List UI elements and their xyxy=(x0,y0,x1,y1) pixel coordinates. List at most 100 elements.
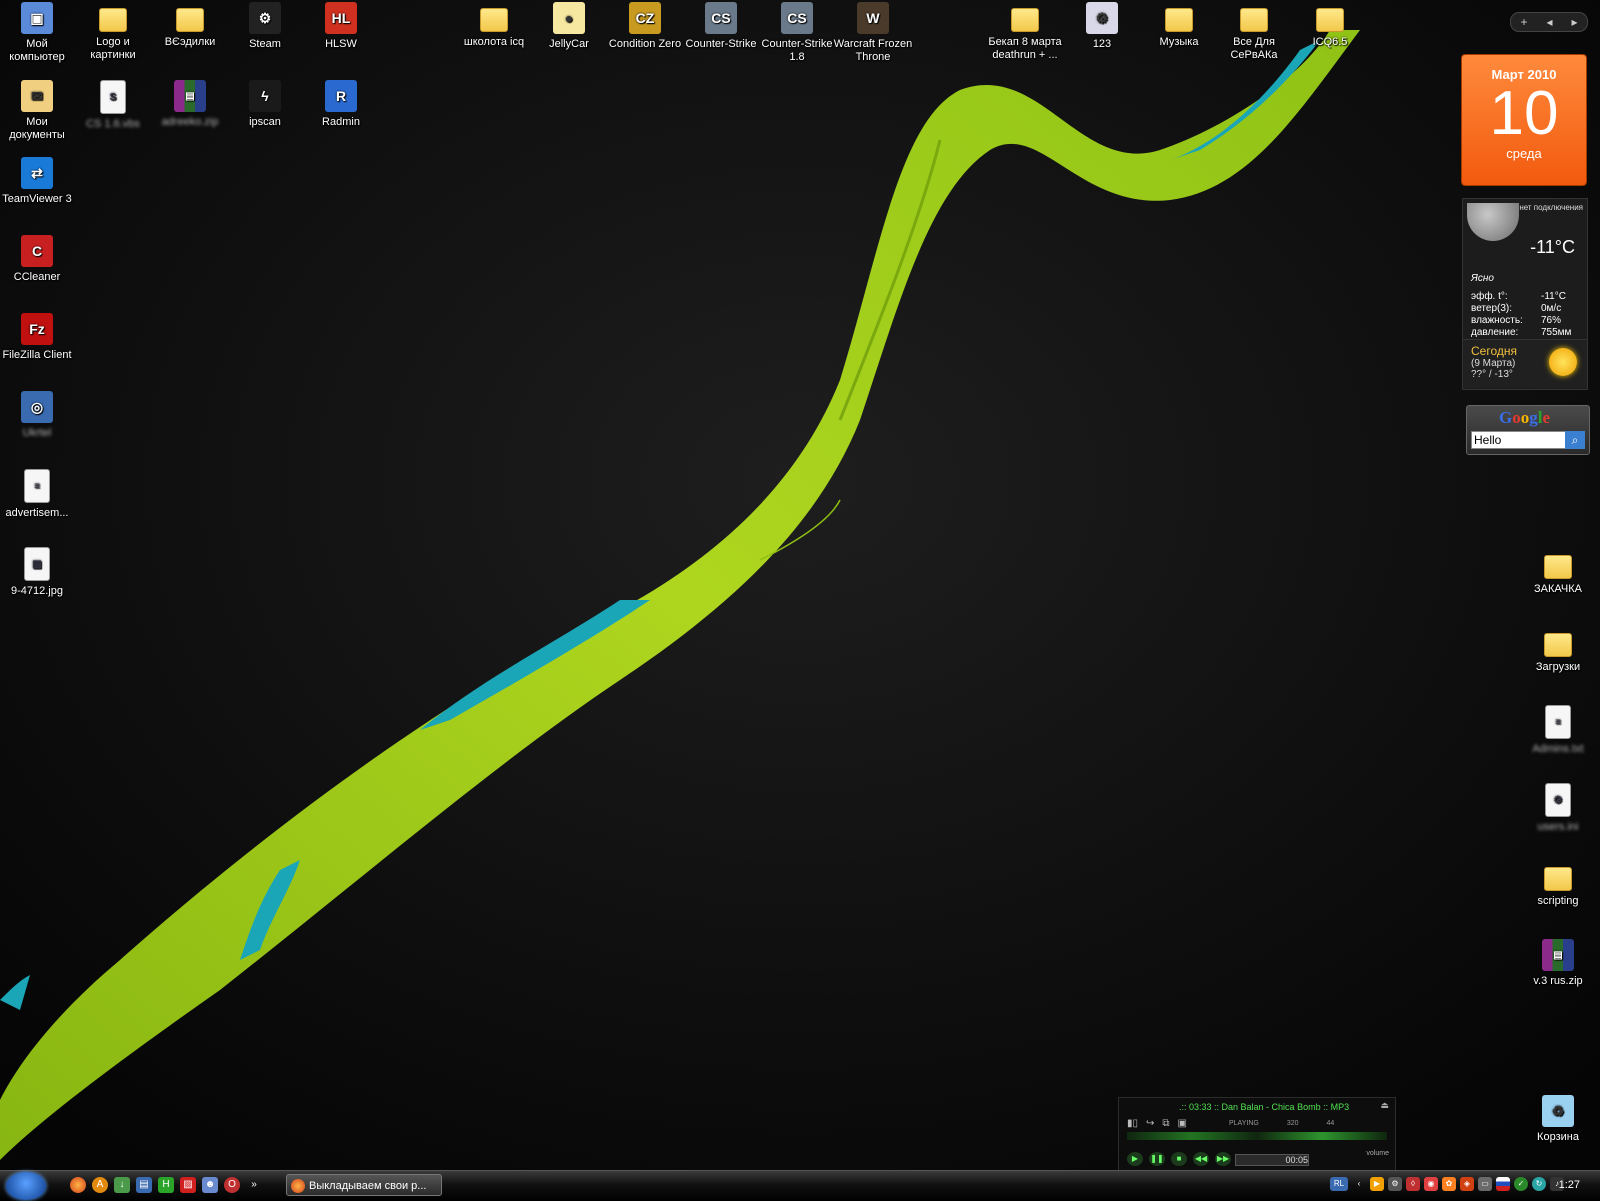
desktop-icon[interactable]: ≡ advertisem... xyxy=(0,469,77,520)
weather-row: ветер(3): 0м/с xyxy=(1471,303,1581,315)
repeat-icon[interactable]: ↪ xyxy=(1146,1118,1154,1129)
desktop-icon[interactable]: ⚙ Steam xyxy=(225,2,305,51)
sidebar-next-button[interactable]: ▸ xyxy=(1571,15,1577,29)
desktop-icon[interactable]: ◎ Ukrtel xyxy=(0,391,77,440)
icq-tray-icon[interactable]: ✿ xyxy=(1442,1177,1456,1191)
desktop-icon[interactable]: школота icq xyxy=(454,2,534,49)
text-document-icon: ≡ xyxy=(24,469,50,503)
copy-icon[interactable]: ⧉ xyxy=(1162,1118,1169,1129)
weather-gadget[interactable]: нет подключения -11°C Ясно эфф. t°: -11°C… xyxy=(1462,198,1588,390)
desktop-icon[interactable]: ✉ Мои документы xyxy=(0,80,77,142)
window-icon[interactable]: ▤ xyxy=(136,1177,152,1193)
next-icon[interactable]: ▶▶ xyxy=(1215,1152,1231,1166)
desktop-icon[interactable]: ▣ Мой компьютер xyxy=(0,2,77,64)
desktop-icon[interactable]: Все Для СеРвАКа xyxy=(1214,2,1294,62)
eject-icon[interactable]: ⏏ xyxy=(1380,1100,1389,1111)
stop-icon[interactable]: ■ xyxy=(1171,1152,1187,1166)
player-toolbar: ▮▯ ↪ ⧉ ▣ xyxy=(1127,1118,1187,1129)
player-status: PLAYING xyxy=(1229,1120,1259,1127)
desktop-icon-label: 9-4712.jpg xyxy=(11,585,63,597)
desktop-icon[interactable]: ▤ v.3 rus.zip xyxy=(1518,939,1598,988)
weather-today-range: ??° / -13° xyxy=(1471,369,1513,380)
folder-icon xyxy=(1011,8,1039,32)
counter-strike-icon: CS xyxy=(781,2,813,34)
desktop-icon[interactable]: ♻ Корзина xyxy=(1518,1095,1598,1144)
start-button[interactable] xyxy=(6,1172,46,1200)
desktop-icon[interactable]: Музыка xyxy=(1139,2,1219,49)
desktop-icon[interactable]: CZ Condition Zero xyxy=(605,2,685,51)
desktop-icon[interactable]: ⚙ 123 xyxy=(1062,2,1142,51)
desktop-icon[interactable]: Fz FileZilla Client xyxy=(0,313,77,362)
desktop-icon[interactable]: W Warcraft Frozen Throne xyxy=(833,2,913,64)
people-icon[interactable]: ☻ xyxy=(202,1177,218,1193)
pause-icon[interactable]: ❚❚ xyxy=(1149,1152,1165,1166)
desktop-icon[interactable]: ▤ adreeko.zip xyxy=(150,80,230,129)
antivirus-tray-icon[interactable]: ◈ xyxy=(1460,1177,1474,1191)
desktop-icon[interactable]: CS Counter-Strike xyxy=(681,2,761,51)
chevron-left-icon[interactable]: ‹ xyxy=(1352,1177,1366,1191)
desktop-icon[interactable]: ⇄ TeamViewer 3 xyxy=(0,157,77,206)
russian-flag-icon[interactable] xyxy=(1496,1177,1510,1191)
google-search-input[interactable] xyxy=(1471,431,1569,449)
shield-tray-icon[interactable]: ✓ xyxy=(1514,1177,1528,1191)
desktop-icon[interactable]: ВЄэдилки xyxy=(150,2,230,49)
desktop-icon[interactable]: ▨ 9-4712.jpg xyxy=(0,547,77,598)
desktop-icon[interactable]: HL HLSW xyxy=(301,2,381,51)
update-tray-icon[interactable]: ↻ xyxy=(1532,1177,1546,1191)
desktop-icon[interactable]: R Radmin xyxy=(301,80,381,129)
more-quick-launch-icon[interactable]: » xyxy=(246,1177,262,1193)
desktop-icon[interactable]: C CCleaner xyxy=(0,235,77,284)
avast-icon[interactable]: A xyxy=(92,1177,108,1193)
sidebar-add-button[interactable]: + xyxy=(1520,15,1527,29)
desktop-icon[interactable]: Logo и картинки xyxy=(73,2,153,62)
sidebar-prev-button[interactable]: ◂ xyxy=(1546,15,1552,29)
player-volume-label[interactable]: volume xyxy=(1366,1150,1389,1157)
taskbar-window-firefox[interactable]: Выкладываем свои р... xyxy=(286,1174,442,1196)
equalizer-icon[interactable]: ▮▯ xyxy=(1127,1118,1138,1129)
desktop-icon[interactable]: Загрузки xyxy=(1518,627,1598,674)
desktop-icon[interactable]: ⚙ users.ini xyxy=(1518,783,1598,834)
desktop-icon[interactable]: S CS 1.6.vbs xyxy=(73,80,153,131)
desktop-icon[interactable]: ≡ Admins.txt xyxy=(1518,705,1598,756)
download-icon[interactable]: ↓ xyxy=(114,1177,130,1193)
desktop-icon[interactable]: ICQ6.5 xyxy=(1290,2,1370,49)
firefox-icon xyxy=(291,1179,305,1193)
display-tray-icon[interactable]: ▭ xyxy=(1478,1177,1492,1191)
taskbar-clock[interactable]: 1:27 xyxy=(1559,1179,1580,1191)
weather-today-date: (9 Марта) xyxy=(1471,358,1516,369)
desktop-icon-label: ВЄэдилки xyxy=(164,36,216,48)
firefox-icon[interactable] xyxy=(70,1177,86,1193)
play-icon[interactable]: ▶ xyxy=(1127,1152,1143,1166)
desktop-icon-label: Музыка xyxy=(1159,36,1199,48)
weather-today: Сегодня (9 Марта) ??° / -13° xyxy=(1463,339,1587,388)
media-player[interactable]: .:: 03:33 :: Dan Balan - Chica Bomb :: M… xyxy=(1118,1097,1396,1173)
desktop-icon[interactable]: ● JellyCar xyxy=(529,2,609,51)
calendar-gadget[interactable]: Март 2010 10 среда xyxy=(1462,55,1586,185)
desktop-icon[interactable]: Бекап 8 марта deathrun + ... xyxy=(985,2,1065,62)
image-icon[interactable]: ▨ xyxy=(180,1177,196,1193)
weather-row-value: 755мм xyxy=(1541,327,1572,338)
folder-icon xyxy=(480,8,508,32)
desktop-icon[interactable]: ЗАКАЧКА xyxy=(1518,549,1598,596)
desktop-icon-label: Admins.txt xyxy=(1532,743,1584,755)
h-icon[interactable]: H xyxy=(158,1177,174,1193)
player-time[interactable]: 00:05 xyxy=(1235,1154,1309,1166)
chat-tray-icon[interactable]: ◉ xyxy=(1424,1177,1438,1191)
network-tray-icon[interactable]: ◊ xyxy=(1406,1177,1420,1191)
desktop-icon[interactable]: scripting xyxy=(1518,861,1598,908)
previous-icon[interactable]: ◀◀ xyxy=(1193,1152,1209,1166)
opera-icon[interactable]: O xyxy=(224,1177,240,1193)
computer-icon: ▣ xyxy=(21,2,53,34)
calendar-weekday: среда xyxy=(1506,146,1542,161)
search-icon[interactable]: ⌕ xyxy=(1565,431,1585,449)
language-indicator[interactable]: RL xyxy=(1330,1177,1348,1191)
steam-tray-icon[interactable]: ⚙ xyxy=(1388,1177,1402,1191)
desktop-icon[interactable]: CS Counter-Strike 1.8 xyxy=(757,2,837,64)
ipscan-icon: ϟ xyxy=(249,80,281,112)
player-tray-icon[interactable]: ▶ xyxy=(1370,1177,1384,1191)
weather-row-label: эфф. t°: xyxy=(1471,291,1508,302)
playlist-icon[interactable]: ▣ xyxy=(1178,1118,1187,1129)
desktop-icon-label: Ukrtel xyxy=(22,427,52,439)
weather-today-title: Сегодня xyxy=(1471,344,1517,358)
desktop-icon[interactable]: ϟ ipscan xyxy=(225,80,305,129)
